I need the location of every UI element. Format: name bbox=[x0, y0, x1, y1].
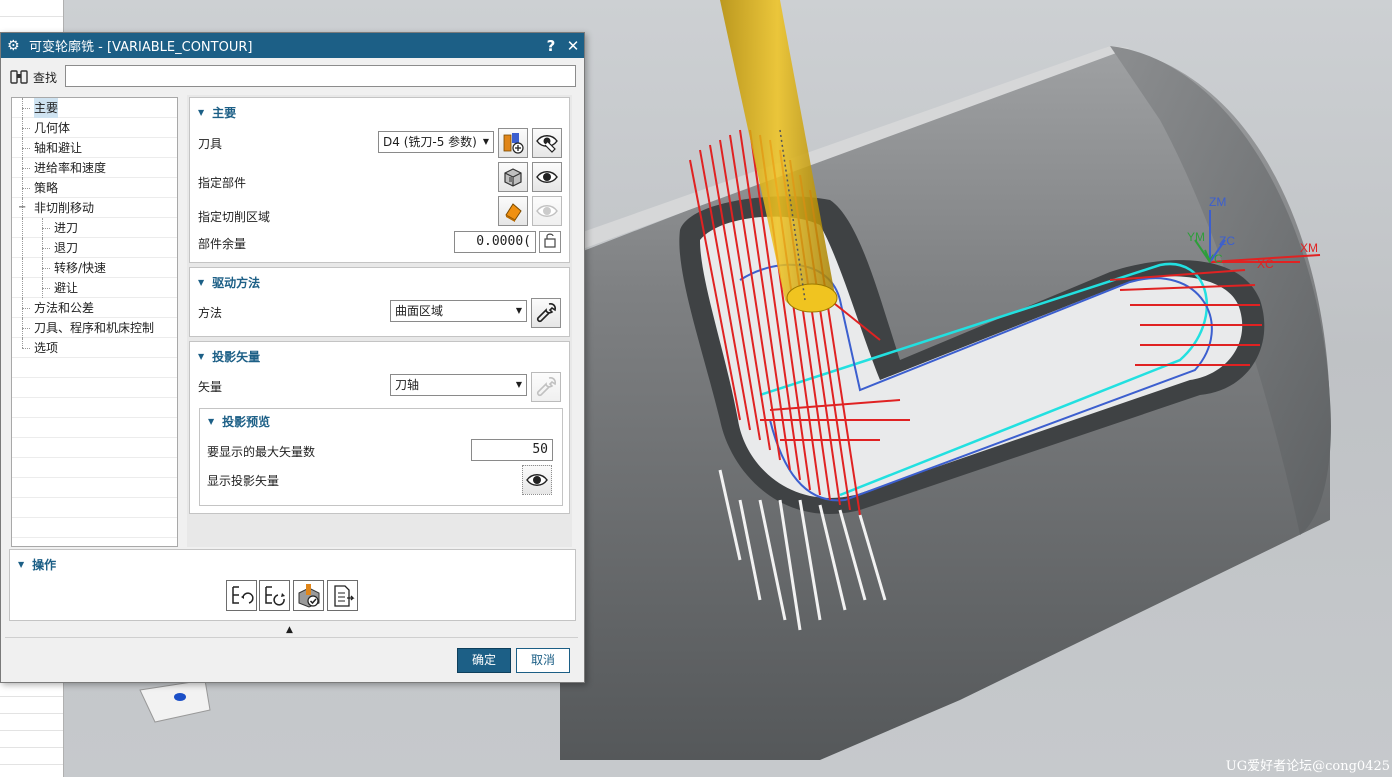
lock-icon bbox=[544, 233, 556, 248]
vector-edit-button[interactable] bbox=[531, 372, 561, 402]
ok-button[interactable]: 确定 bbox=[457, 648, 511, 673]
nav-item-method-tolerance[interactable]: 方法和公差 bbox=[12, 298, 177, 318]
help-button[interactable]: ? bbox=[540, 37, 562, 55]
vector-label: 矢量 bbox=[198, 380, 223, 394]
dialog-title: 可变轮廓铣 - [VARIABLE_CONTOUR] bbox=[29, 40, 253, 55]
dialog-titlebar[interactable]: ⚙ 可变轮廓铣 - [VARIABLE_CONTOUR] ? ✕ bbox=[1, 33, 584, 58]
nav-item-transfer-rapid[interactable]: 转移/快速 bbox=[12, 258, 177, 278]
axis-label-ym: YM bbox=[1187, 230, 1205, 244]
binoculars-icon bbox=[10, 70, 28, 84]
collapse-icon[interactable]: − bbox=[18, 203, 26, 213]
eye-icon bbox=[526, 474, 548, 486]
find-input[interactable] bbox=[65, 65, 576, 87]
group-operations: ▼ 操作 bbox=[9, 549, 576, 621]
axis-label-zm: ZM bbox=[1209, 195, 1227, 209]
nav-item-options[interactable]: 选项 bbox=[12, 338, 177, 358]
group-main: ▼ 主要 刀具 D4 (铣刀-5 参数) ▼ 指定部件 指定切削区域 部件余量 … bbox=[189, 97, 570, 263]
group-projection-preview: ▼ 投影预览 要显示的最大矢量数 50 显示投影矢量 bbox=[199, 408, 563, 506]
tool-create-icon bbox=[503, 133, 524, 154]
wrench-icon bbox=[536, 303, 556, 323]
generate-button[interactable] bbox=[226, 580, 257, 611]
nav-item-geometry[interactable]: 几何体 bbox=[12, 118, 177, 138]
nav-item-tool-program-machine[interactable]: 刀具、程序和机床控制 bbox=[12, 318, 177, 338]
replay-button[interactable] bbox=[259, 580, 290, 611]
list-icon bbox=[333, 584, 355, 607]
group-projection-vector: ▼ 投影矢量 矢量 刀轴 ▼ ▼ 投影预览 要显示的最大矢量数 50 显示投影矢… bbox=[189, 341, 570, 514]
verify-icon bbox=[298, 583, 319, 608]
axis-label-xc: XC bbox=[1257, 257, 1274, 271]
tool-select[interactable]: D4 (铣刀-5 参数) ▼ bbox=[378, 131, 494, 153]
verify-button[interactable] bbox=[293, 580, 324, 611]
separator bbox=[5, 637, 578, 638]
specify-part-button[interactable] bbox=[498, 162, 528, 192]
generate-icon bbox=[231, 585, 254, 604]
show-vectors-label: 显示投影矢量 bbox=[207, 474, 280, 488]
variable-contour-dialog: ⚙ 可变轮廓铣 - [VARIABLE_CONTOUR] ? ✕ 查找 主要 几… bbox=[0, 32, 585, 683]
axis-label-xm: XM bbox=[1300, 241, 1318, 255]
list-button[interactable] bbox=[327, 580, 358, 611]
group-projection-header[interactable]: ▼ 投影矢量 bbox=[198, 348, 260, 365]
group-preview-header[interactable]: ▼ 投影预览 bbox=[208, 413, 270, 430]
dialog-content: ▼ 主要 刀具 D4 (铣刀-5 参数) ▼ 指定部件 指定切削区域 部件余量 … bbox=[187, 95, 572, 547]
collapse-triangle-icon: ▼ bbox=[18, 560, 25, 569]
vector-select[interactable]: 刀轴 ▼ bbox=[390, 374, 527, 396]
part-stock-label: 部件余量 bbox=[198, 237, 247, 251]
nav-item-retract[interactable]: 退刀 bbox=[12, 238, 177, 258]
cut-area-display-button[interactable] bbox=[532, 196, 562, 226]
drive-method-select[interactable]: 曲面区域 ▼ bbox=[390, 300, 527, 322]
specify-part-label: 指定部件 bbox=[198, 176, 247, 190]
cut-area-icon bbox=[505, 203, 522, 222]
lock-button[interactable] bbox=[539, 231, 561, 253]
part-stock-input[interactable]: 0.0000( bbox=[454, 231, 536, 253]
collapse-triangle-icon: ▼ bbox=[198, 352, 205, 361]
specify-cut-area-label: 指定切削区域 bbox=[198, 210, 271, 224]
tool-label: 刀具 bbox=[198, 137, 223, 151]
eye-icon bbox=[536, 171, 558, 183]
collapse-up-icon[interactable]: ▲ bbox=[286, 625, 293, 635]
max-vectors-input[interactable]: 50 bbox=[471, 439, 553, 461]
nav-item-non-cutting-moves[interactable]: − 非切削移动 bbox=[12, 198, 177, 218]
axis-label-zc: ZC bbox=[1219, 234, 1235, 248]
nav-item-axis-avoidance[interactable]: 轴和避让 bbox=[12, 138, 177, 158]
drive-edit-button[interactable] bbox=[531, 298, 561, 328]
group-drive-method: ▼ 驱动方法 方法 曲面区域 ▼ bbox=[189, 267, 570, 337]
nav-item-avoidance[interactable]: 避让 bbox=[12, 278, 177, 298]
show-vectors-button[interactable] bbox=[522, 465, 552, 495]
part-select-icon bbox=[504, 168, 522, 187]
drive-method-label: 方法 bbox=[198, 306, 223, 320]
nav-item-strategy[interactable]: 策略 bbox=[12, 178, 177, 198]
tool-create-button[interactable] bbox=[498, 128, 528, 158]
nav-item-feeds-speeds[interactable]: 进给率和速度 bbox=[12, 158, 177, 178]
watermark: UG爱好者论坛@cong0425 bbox=[1225, 759, 1390, 774]
part-display-button[interactable] bbox=[532, 162, 562, 192]
collapse-triangle-icon: ▼ bbox=[198, 278, 205, 287]
axis-label-yc: YC bbox=[1206, 252, 1223, 266]
dialog-nav-tree: 主要 几何体 轴和避让 进给率和速度 策略 − 非切削移动 进刀 退刀 转移/快… bbox=[11, 97, 178, 547]
specify-cut-area-button[interactable] bbox=[498, 196, 528, 226]
max-vectors-label: 要显示的最大矢量数 bbox=[207, 445, 316, 459]
group-drive-header[interactable]: ▼ 驱动方法 bbox=[198, 274, 260, 291]
dropdown-arrow-icon: ▼ bbox=[515, 380, 522, 389]
cancel-button[interactable]: 取消 bbox=[516, 648, 570, 673]
gear-icon: ⚙ bbox=[7, 37, 20, 54]
group-operations-header[interactable]: ▼ 操作 bbox=[18, 556, 56, 573]
eye-icon bbox=[536, 205, 558, 217]
collapse-triangle-icon: ▼ bbox=[208, 417, 215, 426]
group-main-header[interactable]: ▼ 主要 bbox=[198, 104, 236, 121]
wrench-icon bbox=[536, 377, 556, 397]
nav-item-engage[interactable]: 进刀 bbox=[12, 218, 177, 238]
replay-icon bbox=[264, 585, 285, 606]
close-button[interactable]: ✕ bbox=[562, 37, 584, 55]
tool-display-button[interactable] bbox=[532, 128, 562, 158]
collapse-triangle-icon: ▼ bbox=[198, 108, 205, 117]
display-icon bbox=[536, 135, 558, 153]
nav-item-main[interactable]: 主要 bbox=[12, 98, 177, 118]
dropdown-arrow-icon: ▼ bbox=[515, 306, 522, 315]
find-bar: 查找 bbox=[9, 66, 57, 88]
find-label: 查找 bbox=[33, 70, 58, 85]
dropdown-arrow-icon: ▼ bbox=[482, 137, 489, 146]
